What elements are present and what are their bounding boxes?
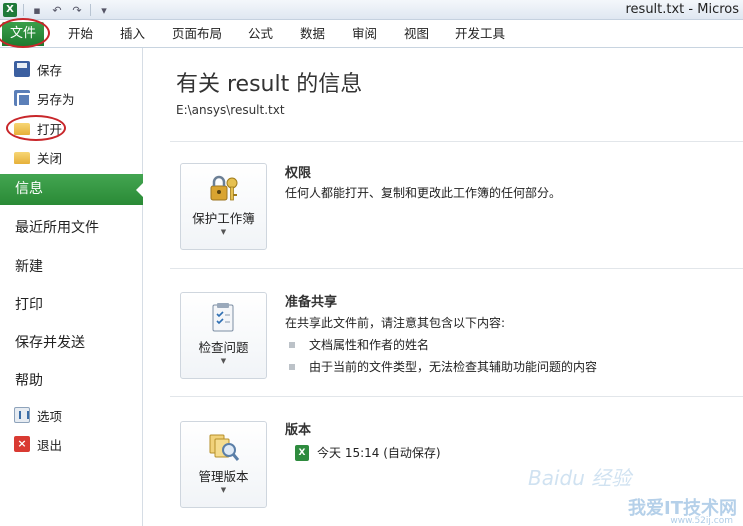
tab-review[interactable]: 审阅 [352, 20, 377, 48]
excel-app-icon[interactable]: X [3, 3, 17, 17]
backstage-nav: 保存 另存为 打开 关闭 信息 最近所用文件 新建 打印 保存并发送 帮助 选项… [0, 48, 144, 526]
tab-developer[interactable]: 开发工具 [455, 20, 505, 48]
permissions-title: 权限 [285, 166, 312, 181]
bullet-text: 文档属性和作者的姓名 [309, 338, 430, 352]
bullet-icon [289, 341, 295, 348]
tab-data[interactable]: 数据 [300, 20, 325, 48]
list-item: 由于当前的文件类型，无法检查其辅助功能问题的内容 [289, 358, 597, 375]
nav-close[interactable]: 关闭 [14, 145, 62, 169]
nav-close-label: 关闭 [37, 150, 63, 166]
watermark-baidu: Baidu 经验 [528, 466, 632, 490]
check-issues-button[interactable]: 检查问题 ▼ [180, 292, 267, 379]
nav-help[interactable]: 帮助 [15, 369, 43, 393]
nav-print[interactable]: 打印 [15, 293, 43, 317]
watermark-url: www.52ij.com [670, 516, 733, 526]
version-autosave-label: 今天 15:14 (自动保存) [317, 446, 441, 460]
version-autosave-item[interactable]: X 今天 15:14 (自动保存) [295, 444, 441, 461]
manage-versions-icon [209, 434, 240, 461]
nav-info[interactable]: 信息 [0, 174, 144, 205]
customize-qat-icon[interactable]: ▾ [97, 3, 111, 17]
nav-exit-label: 退出 [37, 437, 63, 453]
nav-options-label: 选项 [37, 408, 63, 424]
save-as-icon [14, 90, 31, 107]
nav-save[interactable]: 保存 [14, 57, 62, 81]
qat-separator [23, 4, 24, 16]
tab-home[interactable]: 开始 [68, 20, 93, 48]
nav-save-as-label: 另存为 [37, 91, 75, 107]
page-title: 有关 result 的信息 [176, 72, 363, 97]
nav-save-as[interactable]: 另存为 [14, 86, 75, 110]
protect-workbook-button[interactable]: 保护工作簿 ▼ [180, 163, 267, 250]
versions-title: 版本 [285, 423, 312, 438]
nav-new[interactable]: 新建 [15, 255, 43, 279]
divider [170, 268, 743, 269]
nav-save-send[interactable]: 保存并发送 [15, 331, 85, 355]
tab-file[interactable]: 文件 [2, 22, 44, 46]
redo-icon[interactable]: ↷ [70, 3, 84, 17]
quick-access-toolbar: X ▪ ↶ ↷ ▾ [0, 0, 111, 20]
permissions-desc: 任何人都能打开、复制和更改此工作簿的任何部分。 [285, 186, 562, 200]
bullet-text: 由于当前的文件类型，无法检查其辅助功能问题的内容 [309, 360, 598, 374]
prepare-sharing-desc: 在共享此文件前，请注意其包含以下内容: [285, 316, 506, 330]
info-panel: 有关 result 的信息 E:\ansys\result.txt 保护工作簿 … [144, 48, 743, 526]
prepare-sharing-title: 准备共享 [285, 295, 338, 310]
lock-key-icon [210, 175, 238, 201]
options-icon [14, 407, 30, 423]
manage-versions-label: 管理版本 [198, 469, 249, 484]
divider [170, 141, 743, 142]
file-path[interactable]: E:\ansys\result.txt [176, 103, 285, 117]
tab-formulas[interactable]: 公式 [248, 20, 273, 48]
chevron-down-icon: ▼ [220, 486, 227, 494]
nav-open[interactable]: 打开 [14, 116, 62, 140]
nav-exit[interactable]: × 退出 [14, 432, 62, 456]
save-icon[interactable]: ▪ [30, 3, 44, 17]
nav-save-label: 保存 [37, 62, 63, 78]
tab-page-layout[interactable]: 页面布局 [172, 20, 222, 48]
chevron-down-icon: ▼ [220, 357, 227, 365]
excel-file-icon: X [295, 444, 309, 461]
nav-options[interactable]: 选项 [14, 403, 62, 427]
protect-workbook-label: 保护工作簿 [192, 211, 255, 226]
inspect-document-icon [212, 303, 234, 332]
open-folder-icon [14, 123, 30, 135]
undo-icon[interactable]: ↶ [50, 3, 64, 17]
tab-view[interactable]: 视图 [404, 20, 429, 48]
manage-versions-button[interactable]: 管理版本 ▼ [180, 421, 267, 508]
qat-separator [90, 4, 91, 16]
window-title: result.txt - Micros [625, 2, 739, 17]
nav-recent[interactable]: 最近所用文件 [15, 216, 99, 240]
nav-open-label: 打开 [37, 121, 63, 137]
divider [170, 396, 743, 397]
list-item: 文档属性和作者的姓名 [289, 336, 429, 353]
chevron-down-icon: ▼ [220, 228, 227, 236]
ribbon-tab-bar: 文件 开始 插入 页面布局 公式 数据 审阅 视图 开发工具 [0, 18, 743, 48]
close-folder-icon [14, 152, 30, 164]
check-issues-label: 检查问题 [198, 340, 249, 355]
title-bar: X ▪ ↶ ↷ ▾ result.txt - Micros [0, 0, 743, 20]
save-icon [14, 61, 30, 77]
tab-insert[interactable]: 插入 [120, 20, 145, 48]
bullet-icon [289, 363, 295, 370]
exit-icon: × [14, 436, 30, 452]
